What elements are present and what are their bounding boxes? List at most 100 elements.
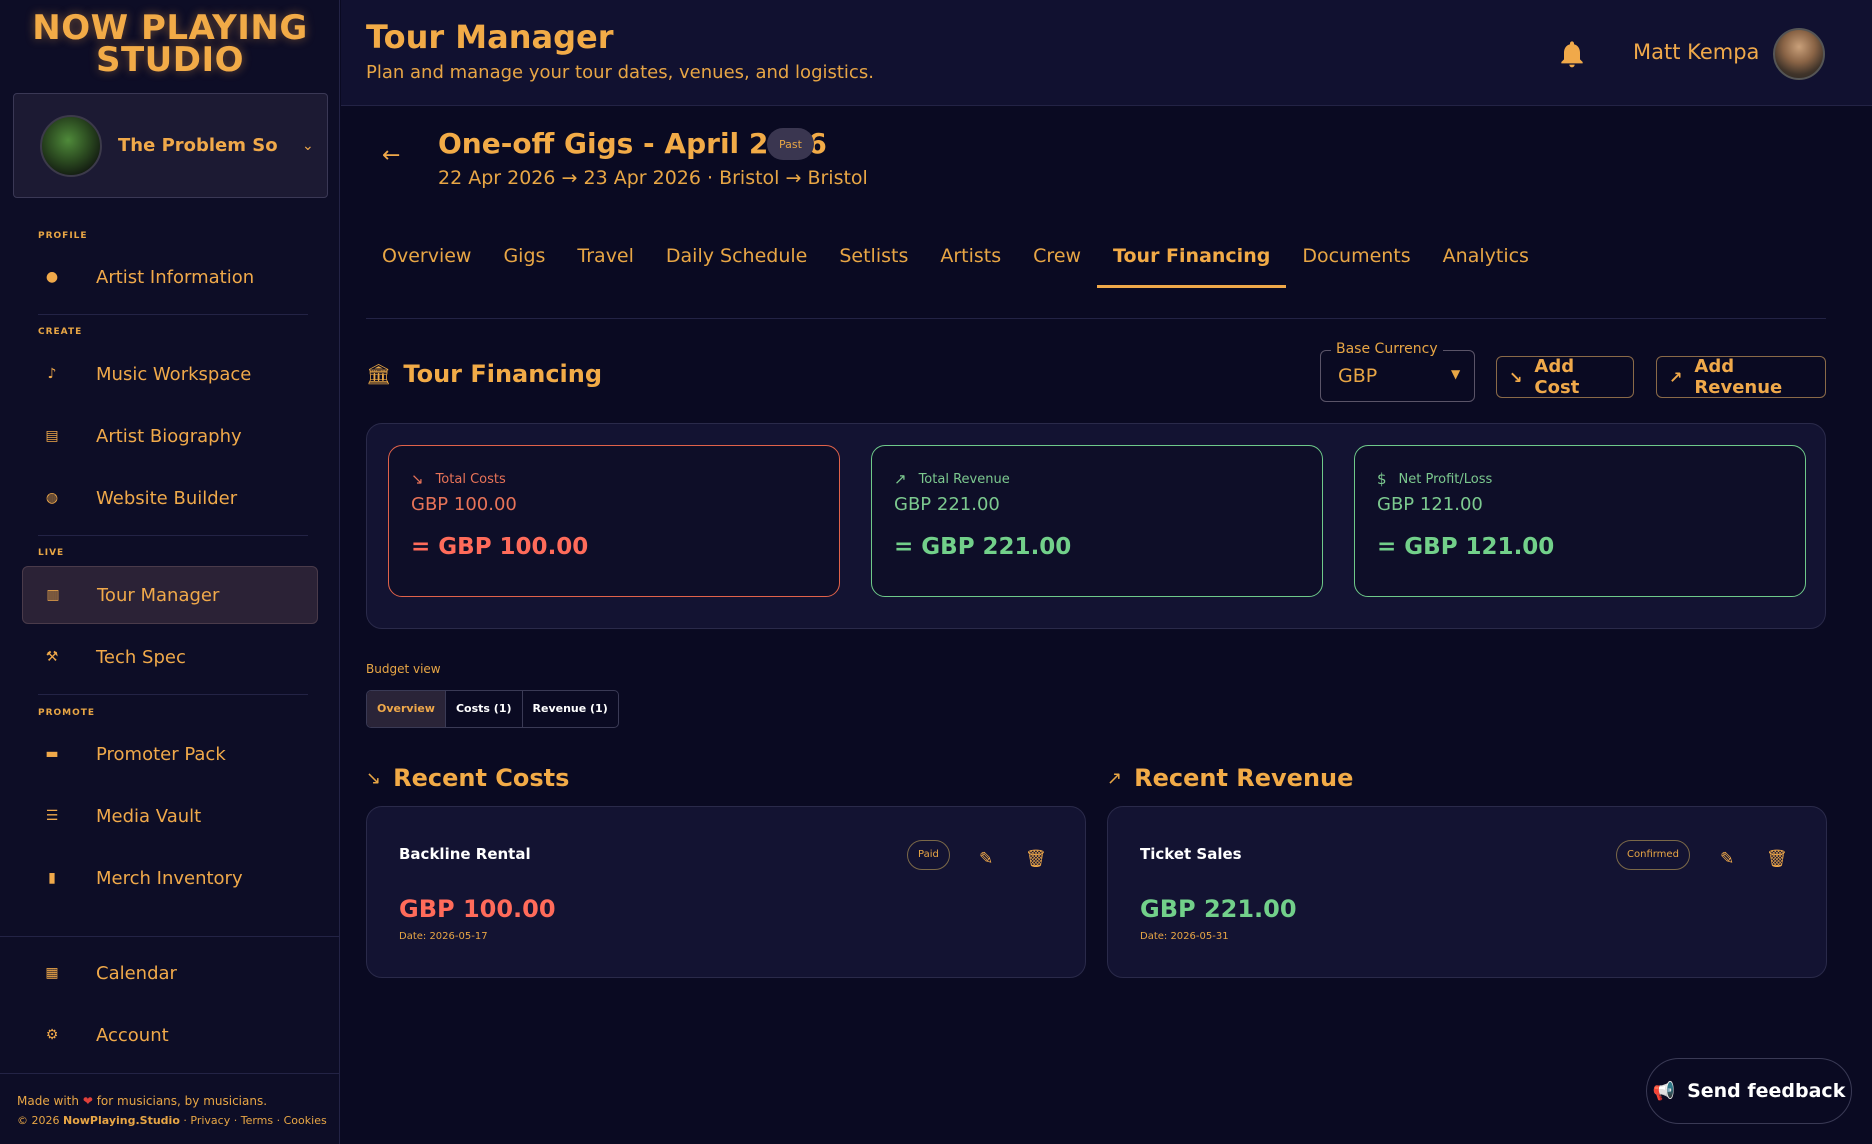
band-avatar: [40, 114, 102, 177]
sidebar-item-account[interactable]: ⚙ Account: [22, 1006, 318, 1064]
divider: [38, 535, 308, 536]
tour-dates: 22 Apr 2026 → 23 Apr 2026 · Bristol → Br…: [438, 167, 868, 189]
sidebar-item-media-vault[interactable]: ☰ Media Vault: [22, 787, 318, 845]
financing-header: 🏛 Tour Financing: [366, 360, 602, 388]
sidebar-item-music-workspace[interactable]: ♪ Music Workspace: [22, 345, 318, 403]
footer-terms-link[interactable]: Terms: [241, 1114, 273, 1127]
budget-costs-button[interactable]: Costs (1): [446, 691, 523, 727]
trending-down-icon: ↘: [411, 470, 424, 488]
tab-tour-financing[interactable]: Tour Financing: [1097, 240, 1287, 288]
footer-made-with: Made with: [17, 1094, 79, 1108]
tab-documents[interactable]: Documents: [1286, 240, 1426, 288]
sidebar-footer: Made with ❤ for musicians, by musicians.…: [17, 1094, 327, 1127]
net-profit-label-text: Net Profit/Loss: [1398, 471, 1493, 487]
sidebar-item-label: Calendar: [96, 962, 177, 984]
base-currency-select[interactable]: Base Currency GBP ▼: [1320, 341, 1475, 402]
revenue-item-name: Ticket Sales: [1140, 845, 1242, 863]
section-label-profile: PROFILE: [38, 231, 88, 241]
revenue-item-amount: GBP 221.00: [1140, 895, 1297, 923]
bell-icon[interactable]: [1556, 36, 1588, 72]
net-profit-card: $ Net Profit/Loss GBP 121.00 = GBP 121.0…: [1354, 445, 1806, 597]
net-profit-label: $ Net Profit/Loss: [1377, 470, 1492, 488]
sidebar-item-label: Media Vault: [96, 805, 202, 827]
dollar-icon: $: [1377, 470, 1387, 488]
status-badge: Past: [767, 128, 814, 160]
tab-daily-schedule[interactable]: Daily Schedule: [650, 240, 823, 288]
heart-icon: ❤: [82, 1094, 93, 1108]
user-name[interactable]: Matt Kempa: [1633, 40, 1759, 64]
tab-gigs[interactable]: Gigs: [487, 240, 561, 288]
sidebar-item-calendar[interactable]: ▦ Calendar: [22, 944, 318, 1002]
budget-overview-button[interactable]: Overview: [367, 691, 446, 727]
divider: [0, 1073, 340, 1074]
revenue-status-badge: Confirmed: [1616, 840, 1690, 870]
total-revenue-card: ↗ Total Revenue GBP 221.00 = GBP 221.00: [871, 445, 1323, 597]
tab-crew[interactable]: Crew: [1017, 240, 1097, 288]
send-feedback-button[interactable]: 📢 Send feedback: [1646, 1058, 1852, 1124]
budget-revenue-button[interactable]: Revenue (1): [523, 691, 618, 727]
sidebar-item-label: Artist Biography: [96, 425, 242, 447]
section-label-create: CREATE: [38, 327, 83, 337]
sidebar-item-label: Tech Spec: [96, 646, 186, 668]
tabs-divider: [366, 318, 1826, 319]
divider: [38, 694, 308, 695]
recent-costs-title: Recent Costs: [393, 764, 570, 792]
tab-overview[interactable]: Overview: [366, 240, 487, 288]
tab-analytics[interactable]: Analytics: [1427, 240, 1545, 288]
list-icon: ☰: [45, 808, 59, 824]
sidebar-item-tech-spec[interactable]: ⚒ Tech Spec: [22, 628, 318, 686]
footer-privacy-link[interactable]: Privacy: [190, 1114, 230, 1127]
edit-icon[interactable]: ✎: [979, 849, 993, 869]
footer-brand-link[interactable]: NowPlaying.Studio: [63, 1114, 180, 1127]
sidebar-item-website-builder[interactable]: ◍ Website Builder: [22, 469, 318, 527]
top-bar: Tour Manager Plan and manage your tour d…: [341, 0, 1872, 106]
brand-logo-line2: STUDIO: [95, 40, 245, 80]
total-revenue-value: = GBP 221.00: [894, 534, 1072, 560]
band-name: The Problem So...: [118, 135, 278, 156]
document-icon: ▤: [45, 428, 59, 444]
total-costs-value: = GBP 100.00: [411, 534, 589, 560]
total-costs-card: ↘ Total Costs GBP 100.00 = GBP 100.00: [388, 445, 840, 597]
add-cost-button[interactable]: ↘ Add Cost: [1496, 356, 1634, 398]
budget-view-label: Budget view: [366, 662, 441, 676]
net-profit-value: = GBP 121.00: [1377, 534, 1555, 560]
recent-costs-header: ↘ Recent Costs: [366, 764, 569, 792]
footer-cookies-link[interactable]: Cookies: [284, 1114, 327, 1127]
sidebar-item-artist-biography[interactable]: ▤ Artist Biography: [22, 407, 318, 465]
recent-revenue-header: ↗ Recent Revenue: [1107, 764, 1353, 792]
footer-copyright: © 2026: [17, 1114, 60, 1127]
trending-up-icon: ↗: [1107, 767, 1123, 789]
net-profit-breakdown: GBP 121.00: [1377, 494, 1483, 515]
sidebar-item-artist-information[interactable]: ● Artist Information: [22, 248, 318, 306]
band-selector[interactable]: The Problem So... ⌄: [13, 93, 328, 198]
total-costs-label-text: Total Costs: [435, 471, 506, 487]
add-revenue-button[interactable]: ↗ Add Revenue: [1656, 356, 1826, 398]
revenue-item-date: Date: 2026-05-31: [1140, 931, 1229, 942]
page-subtitle: Plan and manage your tour dates, venues,…: [366, 62, 874, 83]
section-label-promote: PROMOTE: [38, 708, 96, 718]
cost-status-badge: Paid: [907, 840, 950, 870]
folder-icon: ▬: [45, 746, 59, 762]
sidebar-item-tour-manager[interactable]: ▥ Tour Manager: [22, 566, 318, 624]
sidebar-item-label: Website Builder: [96, 487, 238, 509]
tab-artists[interactable]: Artists: [924, 240, 1017, 288]
sidebar-item-merch-inventory[interactable]: ▮ Merch Inventory: [22, 849, 318, 907]
total-revenue-label-text: Total Revenue: [918, 471, 1010, 487]
brand-logo[interactable]: NOW PLAYING STUDIO: [0, 11, 340, 80]
total-costs-breakdown: GBP 100.00: [411, 494, 517, 515]
tab-travel[interactable]: Travel: [561, 240, 649, 288]
map-icon: ▥: [46, 587, 60, 603]
back-arrow-icon[interactable]: ←: [382, 143, 400, 168]
person-icon: ●: [45, 269, 59, 285]
delete-icon[interactable]: 🗑: [1766, 849, 1788, 869]
sidebar-item-promoter-pack[interactable]: ▬ Promoter Pack: [22, 725, 318, 783]
edit-icon[interactable]: ✎: [1720, 849, 1734, 869]
delete-icon[interactable]: 🗑: [1025, 849, 1047, 869]
sidebar: NOW PLAYING STUDIO The Problem So... ⌄ P…: [0, 0, 340, 1144]
section-label-live: LIVE: [38, 548, 65, 558]
recent-revenue-title: Recent Revenue: [1134, 764, 1354, 792]
sidebar-item-label: Merch Inventory: [96, 867, 243, 889]
megaphone-icon: 📢: [1652, 1080, 1676, 1102]
tab-setlists[interactable]: Setlists: [823, 240, 924, 288]
user-avatar[interactable]: [1773, 28, 1825, 80]
